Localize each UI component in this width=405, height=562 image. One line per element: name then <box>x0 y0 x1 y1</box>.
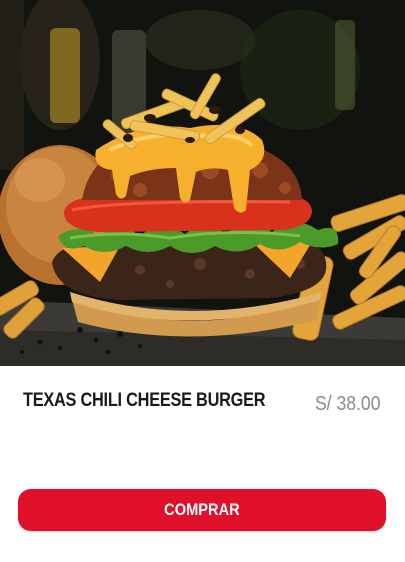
burger-photo-icon <box>0 0 405 366</box>
product-image <box>0 0 405 366</box>
product-price: S/ 38.00 <box>315 393 381 415</box>
buy-button-label: COMPRAR <box>164 500 240 519</box>
product-card: TEXAS CHILI CHEESE BURGER S/ 38.00 COMPR… <box>0 0 405 562</box>
product-name: TEXAS CHILI CHEESE BURGER <box>23 390 266 411</box>
buy-button[interactable]: COMPRAR <box>18 489 386 531</box>
